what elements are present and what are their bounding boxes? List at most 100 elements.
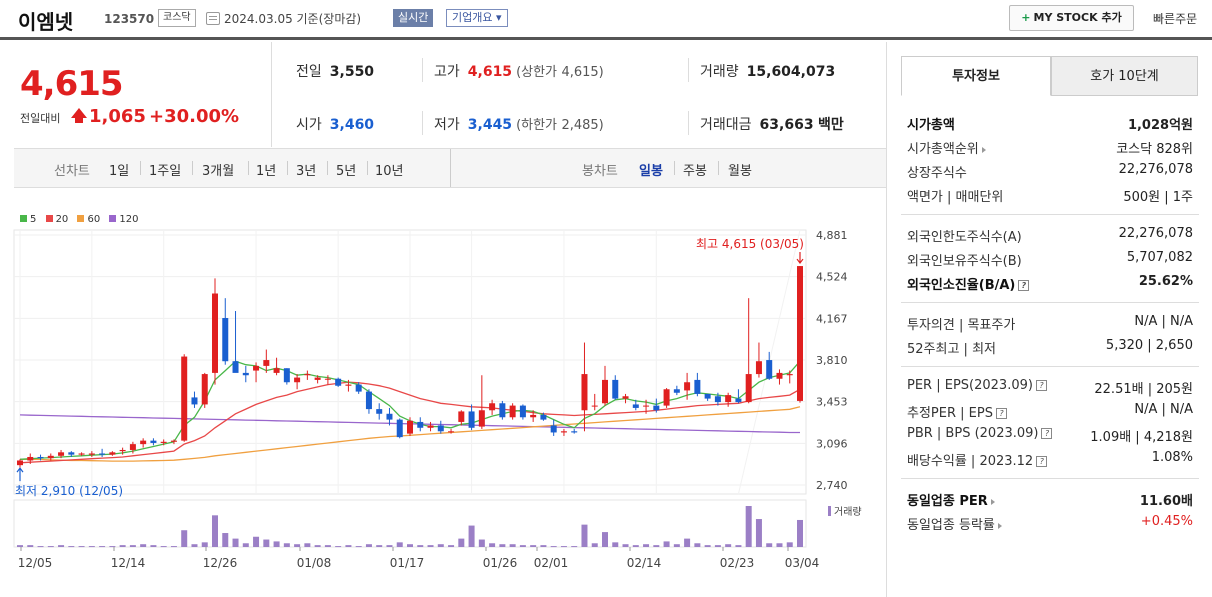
x-tick-label: 01/17 <box>390 556 425 570</box>
y-tick-label: 3,810 <box>816 354 848 367</box>
high-arrow-icon <box>796 252 804 265</box>
info-label: PER | EPS(2023.09)? <box>907 378 1047 393</box>
candle-body <box>643 405 650 407</box>
volume-bar <box>417 545 424 547</box>
info-label: 시가총액 <box>907 118 955 133</box>
info-row[interactable]: 동일업종 등락률 +0.45% <box>907 514 1193 534</box>
x-tick-label: 02/01 <box>534 556 569 570</box>
tab-3y[interactable]: 3년 <box>296 160 316 179</box>
tab-monthly[interactable]: 월봉 <box>728 160 752 179</box>
candle-body <box>27 456 34 461</box>
volume-bar <box>684 538 691 547</box>
candle-body <box>17 460 23 466</box>
info-label: 외국인보유주식수(B) <box>907 254 1022 269</box>
change-value: 1,065 <box>89 106 146 127</box>
tab-daily[interactable]: 일봉 <box>639 160 663 179</box>
volume-bar <box>99 546 106 548</box>
volume-bar <box>396 542 403 547</box>
help-icon[interactable]: ? <box>1018 280 1030 291</box>
tab-3m[interactable]: 3개월 <box>202 160 234 179</box>
candle-body <box>622 396 629 399</box>
tab-orderbook[interactable]: 호가 10단계 <box>1051 56 1198 96</box>
tab-1y[interactable]: 1년 <box>256 160 276 179</box>
candle-body <box>560 431 567 433</box>
info-row[interactable]: 시가총액순위 코스닥 828위 <box>907 138 1193 158</box>
info-label: 시가총액순위 <box>907 138 986 157</box>
candle-body <box>704 393 711 399</box>
volume-bar <box>242 543 249 547</box>
candle-body <box>88 453 95 455</box>
candle-body <box>448 431 455 433</box>
chevron-right-icon[interactable] <box>997 522 1002 529</box>
candle-body <box>68 452 75 455</box>
info-value: 5,707,082 <box>1126 250 1193 265</box>
info-value: 22,276,078 <box>1118 226 1193 241</box>
help-icon[interactable]: ? <box>1041 428 1053 439</box>
info-label: 투자의견 | 목표주가 <box>907 318 1016 333</box>
divider <box>192 161 193 175</box>
candle-body <box>109 452 116 455</box>
info-row[interactable]: 동일업종 PER 11.60배 <box>907 490 1193 510</box>
up-arrow-icon <box>71 108 87 123</box>
info-label: 추정PER | EPS? <box>907 402 1007 421</box>
volume-bar <box>755 519 762 547</box>
company-overview-dropdown[interactable]: 기업개요 ▾ <box>446 9 508 27</box>
candlestick-chart[interactable]: 4,881 4,524 4,167 3,810 3,453 3,096 2,740 최고 4,… <box>0 190 886 590</box>
divider <box>901 302 1199 303</box>
volume-bar <box>786 542 793 547</box>
volume-bar <box>88 546 95 548</box>
candle-chart-label: 봉차트 <box>582 164 618 179</box>
volume-bar <box>191 544 198 547</box>
info-row: PBR | BPS (2023.09)? 1.09배 | 4,218원 <box>907 426 1193 446</box>
divider <box>901 478 1199 479</box>
info-value: 1.09배 | 4,218원 <box>1090 430 1193 445</box>
info-row: PER | EPS(2023.09)? 22.51배 | 205원 <box>907 378 1193 398</box>
help-icon[interactable]: ? <box>995 408 1007 419</box>
volume-bar <box>304 543 311 547</box>
tab-10y[interactable]: 10년 <box>375 160 404 179</box>
current-price: 4,615 <box>20 64 124 104</box>
candle-body <box>129 444 136 450</box>
candle-body <box>201 374 208 405</box>
volume-bar <box>273 541 280 547</box>
volume-bar <box>68 546 75 548</box>
info-row: 액면가 | 매매단위 500원 | 1주 <box>907 186 1193 206</box>
volume-bar <box>643 544 650 547</box>
volume-bar <box>294 544 301 547</box>
volume-bar <box>212 515 218 547</box>
x-tick-label: 12/26 <box>203 556 238 570</box>
candle-body <box>345 384 352 386</box>
volume-bar <box>560 546 567 548</box>
volume-bar <box>201 542 208 547</box>
volume-bar <box>653 545 660 547</box>
volume-bar <box>181 530 188 547</box>
divider <box>450 149 451 187</box>
help-icon[interactable]: ? <box>1036 456 1048 467</box>
volume-bar <box>437 544 444 547</box>
quick-order-button[interactable]: 빠른주문 <box>1153 10 1197 27</box>
tab-5y[interactable]: 5년 <box>336 160 356 179</box>
chevron-right-icon[interactable] <box>981 146 986 153</box>
candle-body <box>119 449 126 452</box>
candle-body <box>283 368 290 383</box>
help-icon[interactable]: ? <box>1035 380 1047 391</box>
tab-weekly[interactable]: 주봉 <box>683 160 707 179</box>
volume-bar <box>78 546 85 548</box>
realtime-button[interactable]: 실시간 <box>393 9 434 27</box>
candle-body <box>571 431 578 433</box>
volume-bar <box>129 545 136 547</box>
candle-body <box>489 403 496 411</box>
y-tick-label: 3,096 <box>816 437 848 450</box>
candle-body <box>355 384 362 392</box>
candle-body <box>612 379 619 399</box>
volume-bar <box>324 545 331 547</box>
tab-1w[interactable]: 1주일 <box>149 160 181 179</box>
y-tick-label: 4,524 <box>816 271 848 284</box>
tab-1d[interactable]: 1일 <box>109 160 129 179</box>
candle-body <box>530 414 537 418</box>
add-mystock-button[interactable]: + MY STOCK 추가 <box>1009 5 1134 31</box>
info-row: 배당수익률 | 2023.12? 1.08% <box>907 450 1193 470</box>
tab-investment-info[interactable]: 투자정보 <box>901 56 1051 96</box>
info-row: 외국인한도주식수(A) 22,276,078 <box>907 226 1193 246</box>
chevron-right-icon[interactable] <box>990 498 995 505</box>
